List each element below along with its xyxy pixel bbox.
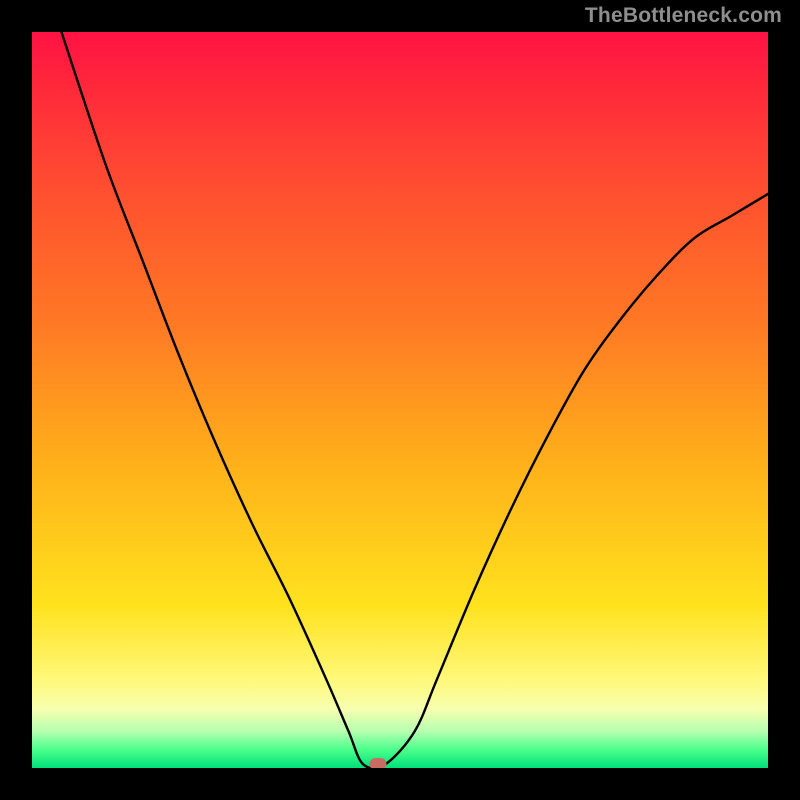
chart-frame: TheBottleneck.com (0, 0, 800, 800)
bottleneck-curve (32, 32, 768, 768)
optimum-marker (369, 758, 386, 768)
plot-area (32, 32, 768, 768)
watermark-text: TheBottleneck.com (585, 4, 782, 28)
